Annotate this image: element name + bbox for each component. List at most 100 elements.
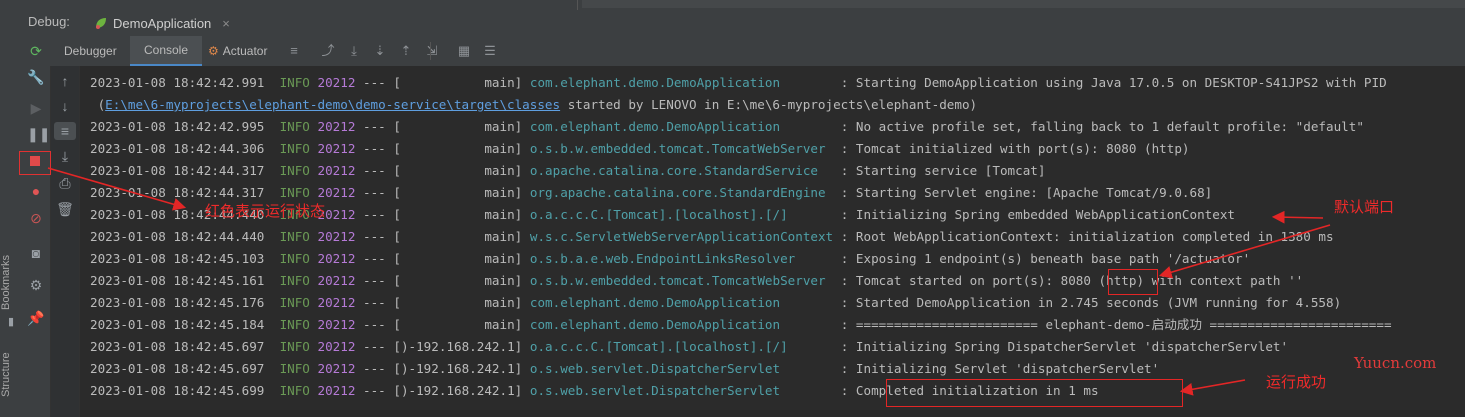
log-separator: --- [ [363, 251, 401, 266]
log-timestamp: 2023-01-08 18:42:44.317 [90, 163, 265, 178]
log-thread: main] [400, 295, 523, 310]
log-text: started by LENOVO in E:\me\6-myprojects\… [560, 97, 978, 112]
log-separator: --- [ [363, 119, 401, 134]
log-line: 2023-01-08 18:42:42.991 INFO 20212 --- [… [90, 72, 1387, 94]
step-over-icon[interactable]: ⤓ [346, 43, 362, 59]
step-out-icon[interactable]: ⇡ [398, 43, 414, 59]
log-line: 2023-01-08 18:42:45.697 INFO 20212 --- [… [90, 358, 1159, 380]
pause-icon[interactable]: ❚❚ [27, 125, 50, 143]
log-message: : No active profile set, falling back to… [833, 119, 1364, 134]
menu-icon[interactable]: ≡ [286, 43, 302, 59]
success-highlight-box [886, 379, 1183, 407]
show-execution-point-icon[interactable]: ⤴ [320, 43, 336, 59]
evaluate-table-icon[interactable]: ▦ [456, 43, 472, 59]
settings-wrench-icon[interactable]: 🔧 [27, 68, 45, 86]
pin-icon[interactable]: 📌 [27, 309, 45, 327]
camera-icon[interactable]: ◙ [27, 244, 45, 262]
debug-label: Debug: [28, 14, 70, 29]
log-timestamp: 2023-01-08 18:42:42.991 [90, 75, 265, 90]
annotation-default-port: 默认端口 [1334, 198, 1395, 216]
view-breakpoints-icon[interactable]: ● [27, 182, 45, 200]
log-thread: main] [400, 229, 523, 244]
port-highlight-box [1108, 269, 1158, 295]
log-logger: o.a.c.c.C.[Tomcat].[localhost].[/] [529, 339, 834, 354]
log-timestamp: 2023-01-08 18:42:45.699 [90, 383, 265, 398]
log-separator: --- [ [363, 295, 401, 310]
actuator-icon: ⚙ [208, 44, 219, 58]
log-separator: --- [ [363, 383, 401, 398]
editor-strip [582, 0, 1465, 8]
console-side-toolbar: ↑ ↓ ≡ ⤓ ⎙ 🗑 [51, 66, 80, 417]
log-separator: --- [ [363, 229, 401, 244]
log-level: INFO [279, 383, 310, 398]
close-icon[interactable]: × [222, 16, 230, 31]
log-separator: --- [ [363, 163, 401, 178]
spring-leaf-icon [96, 18, 106, 29]
log-message: : Starting Servlet engine: [Apache Tomca… [833, 185, 1213, 200]
log-thread: main] [400, 141, 523, 156]
log-message: : Tomcat started on port(s): 8080 (http)… [833, 273, 1304, 288]
step-into-icon[interactable]: ⇣ [372, 43, 388, 59]
log-separator: --- [ [363, 185, 401, 200]
tab-debugger[interactable]: Debugger [64, 36, 117, 66]
tab-actuator[interactable]: ⚙ Actuator [208, 36, 267, 66]
log-pid: 20212 [317, 317, 356, 332]
classpath-link[interactable]: E:\me\6-myprojects\elephant-demo\demo-se… [105, 97, 560, 112]
mute-breakpoints-icon[interactable]: ⊘ [27, 209, 45, 227]
log-level: INFO [279, 75, 310, 90]
rerun-icon[interactable]: ⟳ [27, 42, 45, 60]
scroll-to-end-icon[interactable]: ⤓ [56, 147, 74, 165]
soft-wrap-icon[interactable]: ≡ [54, 122, 76, 140]
log-level: INFO [279, 295, 310, 310]
log-line: 2023-01-08 18:42:44.306 INFO 20212 --- [… [90, 138, 1190, 160]
gear-icon[interactable]: ⚙ [27, 276, 45, 294]
log-separator: --- [ [363, 339, 401, 354]
resume-icon[interactable]: ▶ [27, 99, 45, 117]
log-level: INFO [279, 119, 310, 134]
log-level: INFO [279, 317, 310, 332]
log-pid: 20212 [317, 119, 356, 134]
up-arrow-icon[interactable]: ↑ [56, 72, 74, 90]
log-timestamp: 2023-01-08 18:42:44.317 [90, 185, 265, 200]
log-message: : Tomcat initialized with port(s): 8080 … [833, 141, 1190, 156]
log-line: 2023-01-08 18:42:45.184 INFO 20212 --- [… [90, 314, 1392, 336]
stop-icon[interactable] [30, 156, 40, 166]
watermark: Yuucn.com [1354, 354, 1437, 372]
log-logger: o.a.c.c.C.[Tomcat].[localhost].[/] [529, 207, 834, 222]
run-to-cursor-icon[interactable]: ⇲ [424, 43, 440, 59]
log-message: : Root WebApplicationContext: initializa… [833, 229, 1334, 244]
log-logger: o.s.web.servlet.DispatcherServlet [529, 361, 834, 376]
log-thread: main] [400, 273, 523, 288]
log-level: INFO [279, 361, 310, 376]
log-pid: 20212 [317, 141, 356, 156]
tab-console[interactable]: Console [130, 36, 202, 66]
run-tab-label: DemoApplication [113, 15, 212, 31]
down-arrow-icon[interactable]: ↓ [56, 97, 74, 115]
log-logger: w.s.c.ServletWebServerApplicationContext [529, 229, 834, 244]
log-line: 2023-01-08 18:42:42.995 INFO 20212 --- [… [90, 116, 1364, 138]
log-level: INFO [279, 251, 310, 266]
log-message: : Initializing Servlet 'dispatcherServle… [833, 361, 1160, 376]
log-timestamp: 2023-01-08 18:42:45.184 [90, 317, 265, 332]
annotation-running-state: 红色表示运行状态 [205, 202, 326, 220]
log-separator: --- [ [363, 75, 401, 90]
bookmarks-side-tab[interactable]: Bookmarks [0, 250, 20, 310]
run-tab-demo-application[interactable]: DemoApplication × [90, 10, 234, 38]
log-timestamp: 2023-01-08 18:42:45.103 [90, 251, 265, 266]
log-level: INFO [279, 229, 310, 244]
structure-side-tab[interactable]: Structure [0, 345, 20, 397]
trash-icon[interactable]: 🗑 [56, 200, 74, 218]
log-message: : Exposing 1 endpoint(s) beneath base pa… [833, 251, 1251, 266]
divider [577, 0, 578, 10]
log-separator: --- [ [363, 273, 401, 288]
print-icon[interactable]: ⎙ [56, 174, 74, 192]
log-pid: 20212 [317, 273, 356, 288]
log-timestamp: 2023-01-08 18:42:44.440 [90, 229, 265, 244]
debug-toolbar: Debugger Console ⚙ Actuator ≡ ⤴ ⤓ ⇣ ⇡ ⇲ … [50, 36, 1465, 67]
log-pid: 20212 [317, 383, 356, 398]
log-pid: 20212 [317, 295, 356, 310]
log-pid: 20212 [317, 339, 356, 354]
trace-settings-icon[interactable]: ☰ [482, 43, 498, 59]
log-logger: o.s.b.w.embedded.tomcat.TomcatWebServer [529, 141, 834, 156]
console-output[interactable]: 2023-01-08 18:42:42.991 INFO 20212 --- [… [80, 66, 1465, 417]
